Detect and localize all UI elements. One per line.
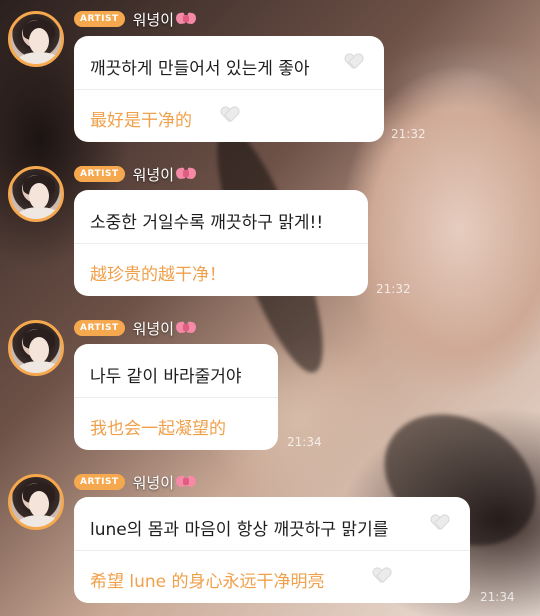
sender-row: ARTIST 워녕이 — [74, 472, 196, 492]
bow-icon — [176, 12, 196, 26]
message-translation: 希望 lune 的身心永远干净明亮 — [90, 572, 325, 592]
sender-name: 워녕이 — [133, 164, 196, 185]
divider — [74, 243, 368, 244]
artist-badge: ARTIST — [74, 320, 125, 336]
bow-icon — [176, 321, 196, 335]
timestamp: 21:34 — [287, 435, 322, 449]
artist-badge: ARTIST — [74, 474, 125, 490]
message-translation: 越珍贵的越干净！ — [90, 265, 226, 285]
artist-badge: ARTIST — [74, 11, 125, 27]
message-translation: 我也会一起凝望的 — [90, 419, 226, 439]
sender-name: 워녕이 — [133, 318, 196, 339]
sender-name: 워녕이 — [133, 472, 196, 493]
sender-row: ARTIST 워녕이 — [74, 9, 196, 29]
message-korean: lune의 몸과 마음이 항상 깨끗하구 맑기를 — [90, 520, 389, 540]
avatar[interactable] — [8, 166, 64, 222]
bow-icon — [176, 167, 196, 181]
sender-row: ARTIST 워녕이 — [74, 318, 196, 338]
divider — [74, 397, 278, 398]
avatar[interactable] — [8, 11, 64, 67]
timestamp: 21:32 — [376, 282, 411, 296]
message-korean: 나두 같이 바라줄거야 — [90, 367, 242, 387]
bow-icon — [176, 475, 196, 489]
avatar[interactable] — [8, 320, 64, 376]
sender-name: 워녕이 — [133, 9, 196, 30]
timestamp: 21:32 — [391, 127, 426, 141]
message-bubble[interactable]: 소중한 거일수록 깨끗하구 맑게!! 越珍贵的越干净！ — [74, 190, 368, 296]
divider — [74, 550, 470, 551]
avatar[interactable] — [8, 474, 64, 530]
message-bubble[interactable]: 깨끗하게 만들어서 있는게 좋아 最好是干净的 — [74, 36, 384, 142]
message-translation: 最好是干净的 — [90, 111, 192, 131]
heart-icon — [373, 568, 391, 584]
heart-icon — [221, 107, 239, 123]
message-bubble[interactable]: lune의 몸과 마음이 항상 깨끗하구 맑기를 希望 lune 的身心永远干净… — [74, 497, 470, 603]
message-bubble[interactable]: 나두 같이 바라줄거야 我也会一起凝望的 — [74, 344, 278, 450]
message-korean: 소중한 거일수록 깨끗하구 맑게!! — [90, 213, 324, 233]
divider — [74, 89, 384, 90]
heart-icon — [345, 54, 363, 70]
timestamp: 21:34 — [480, 590, 515, 604]
message-korean: 깨끗하게 만들어서 있는게 좋아 — [90, 59, 310, 79]
artist-badge: ARTIST — [74, 166, 125, 182]
sender-row: ARTIST 워녕이 — [74, 164, 196, 184]
heart-icon — [431, 515, 449, 531]
